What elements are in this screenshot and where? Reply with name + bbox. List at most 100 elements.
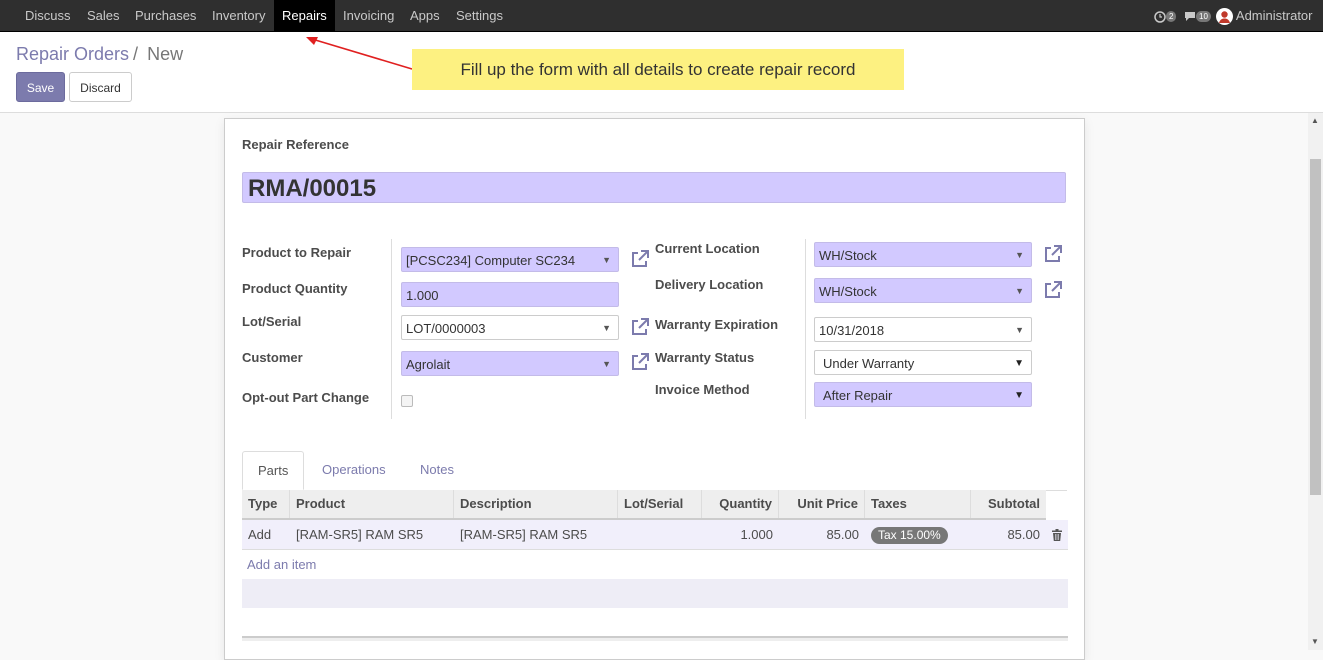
top-navbar: Discuss Sales Purchases Inventory Repair… [0, 0, 1323, 32]
column-type[interactable]: Type [242, 490, 290, 518]
menu-discuss[interactable]: Discuss [25, 0, 71, 31]
product-quantity-label: Product Quantity [242, 281, 348, 296]
invoice-method-value: After Repair [823, 388, 893, 403]
chevron-down-icon: ▼ [602, 255, 611, 265]
chat-icon [1185, 12, 1195, 22]
external-link-icon[interactable] [630, 317, 650, 337]
breadcrumb: Repair Orders / New [16, 44, 183, 65]
menu-purchases[interactable]: Purchases [135, 0, 196, 31]
warranty-expiration-label: Warranty Expiration [655, 317, 779, 332]
current-location-value: WH/Stock [819, 248, 877, 263]
breadcrumb-repair-orders[interactable]: Repair Orders [16, 44, 129, 64]
column-description[interactable]: Description [454, 490, 618, 518]
page-scrollbar[interactable]: ▲ ▼ [1308, 113, 1323, 650]
scroll-down-icon[interactable]: ▼ [1311, 637, 1319, 646]
chevron-down-icon: ▼ [1015, 250, 1024, 260]
activity-button[interactable]: 2 [1154, 0, 1177, 31]
delivery-location-label: Delivery Location [655, 277, 764, 292]
messages-button[interactable]: 10 [1184, 0, 1211, 31]
cell-description: [RAM-SR5] RAM SR5 [460, 527, 588, 542]
cell-type: Add [248, 527, 272, 542]
chevron-down-icon: ▼ [602, 359, 611, 369]
menu-repairs[interactable]: Repairs [274, 0, 335, 31]
avatar [1216, 8, 1233, 26]
column-subtotal[interactable]: Subtotal [971, 490, 1046, 518]
external-link-icon[interactable] [630, 352, 650, 372]
cell-lot-serial [618, 520, 702, 549]
group-divider [805, 239, 806, 419]
current-location-select[interactable]: WH/Stock ▼ [814, 242, 1032, 267]
scrollbar-thumb[interactable] [1310, 159, 1321, 495]
repair-reference-field[interactable]: RMA/00015 [242, 172, 1066, 203]
cell-taxes: Tax 15.00% [865, 520, 971, 549]
tax-tag: Tax 15.00% [871, 527, 948, 544]
chevron-down-icon: ▼ [602, 323, 611, 333]
menu-apps[interactable]: Apps [410, 0, 440, 31]
user-name: Administrator [1235, 8, 1313, 23]
column-unit-price[interactable]: Unit Price [779, 490, 865, 518]
chevron-down-icon: ▼ [1014, 390, 1024, 401]
tab-parts[interactable]: Parts [242, 451, 305, 490]
column-lot-serial[interactable]: Lot/Serial [618, 490, 702, 518]
clock-icon [1154, 10, 1166, 23]
menu-invoicing[interactable]: Invoicing [343, 0, 394, 31]
menu-settings[interactable]: Settings [456, 0, 503, 31]
customer-value: Agrolait [406, 357, 451, 372]
table-footer [242, 636, 1068, 641]
invoice-method-select[interactable]: After Repair ▼ [814, 382, 1032, 407]
cell-subtotal: 85.00 [1007, 527, 1040, 542]
delivery-location-value: WH/Stock [819, 284, 877, 299]
breadcrumb-separator: / [133, 44, 139, 64]
chevron-down-icon: ▼ [1015, 286, 1024, 296]
customer-select[interactable]: Agrolait ▼ [401, 351, 619, 376]
activity-count: 2 [1166, 11, 1177, 23]
delivery-location-select[interactable]: WH/Stock ▼ [814, 278, 1032, 303]
chevron-down-icon: ▼ [1014, 358, 1024, 369]
message-count: 10 [1196, 11, 1211, 23]
lot-serial-select[interactable]: LOT/0000003 ▼ [401, 315, 619, 340]
warranty-status-value: Under Warranty [823, 356, 915, 371]
instruction-callout: Fill up the form with all details to cre… [412, 49, 904, 90]
column-product[interactable]: Product [290, 490, 454, 518]
lot-serial-label: Lot/Serial [242, 314, 302, 329]
customer-label: Customer [242, 350, 303, 365]
cell-quantity: 1.000 [740, 527, 773, 542]
user-menu[interactable]: Administrator [1216, 0, 1312, 31]
current-location-label: Current Location [655, 241, 760, 256]
notebook-tabs: Parts Operations Notes [242, 451, 1067, 491]
trash-icon[interactable] [1052, 529, 1062, 541]
menu-inventory[interactable]: Inventory [212, 0, 265, 31]
external-link-icon[interactable] [630, 249, 650, 269]
discard-button[interactable]: Discard [69, 72, 132, 102]
empty-row [242, 579, 1068, 608]
breadcrumb-current: New [147, 44, 184, 64]
warranty-status-label: Warranty Status [655, 350, 755, 365]
product-quantity-input[interactable]: 1.000 [401, 282, 619, 307]
menu-sales[interactable]: Sales [87, 0, 120, 31]
scroll-up-icon[interactable]: ▲ [1311, 116, 1319, 125]
external-link-icon[interactable] [1043, 280, 1063, 300]
add-an-item-link[interactable]: Add an item [247, 557, 316, 572]
cell-product: [RAM-SR5] RAM SR5 [296, 527, 424, 542]
column-taxes[interactable]: Taxes [865, 490, 971, 518]
tab-operations[interactable]: Operations [322, 451, 386, 490]
warranty-status-select[interactable]: Under Warranty ▼ [814, 350, 1032, 375]
product-to-repair-value: [PCSC234] Computer SC234 [406, 253, 576, 268]
callout-arrow [306, 37, 413, 70]
column-quantity[interactable]: Quantity [702, 490, 779, 518]
group-divider [391, 239, 392, 419]
product-to-repair-select[interactable]: [PCSC234] Computer SC234 ▼ [401, 247, 619, 272]
form-sheet: Repair Reference RMA/00015 Product to Re… [224, 118, 1085, 660]
save-button[interactable]: Save [16, 72, 65, 102]
opt-out-part-change-label: Opt-out Part Change [242, 390, 370, 405]
repair-reference-label: Repair Reference [242, 137, 349, 152]
table-row[interactable]: Add [RAM-SR5] RAM SR5 [RAM-SR5] RAM SR5 … [242, 520, 1068, 550]
warranty-expiration-date[interactable]: 10/31/2018 ▼ [814, 317, 1032, 342]
external-link-icon[interactable] [1043, 244, 1063, 264]
lot-serial-value: LOT/0000003 [406, 321, 486, 336]
table-header: Type Product Description Lot/Serial Quan… [242, 490, 1046, 520]
tab-notes[interactable]: Notes [420, 451, 454, 490]
warranty-expiration-value: 10/31/2018 [819, 323, 885, 338]
opt-out-part-change-checkbox[interactable] [401, 395, 413, 407]
cell-unit-price: 85.00 [826, 527, 859, 542]
